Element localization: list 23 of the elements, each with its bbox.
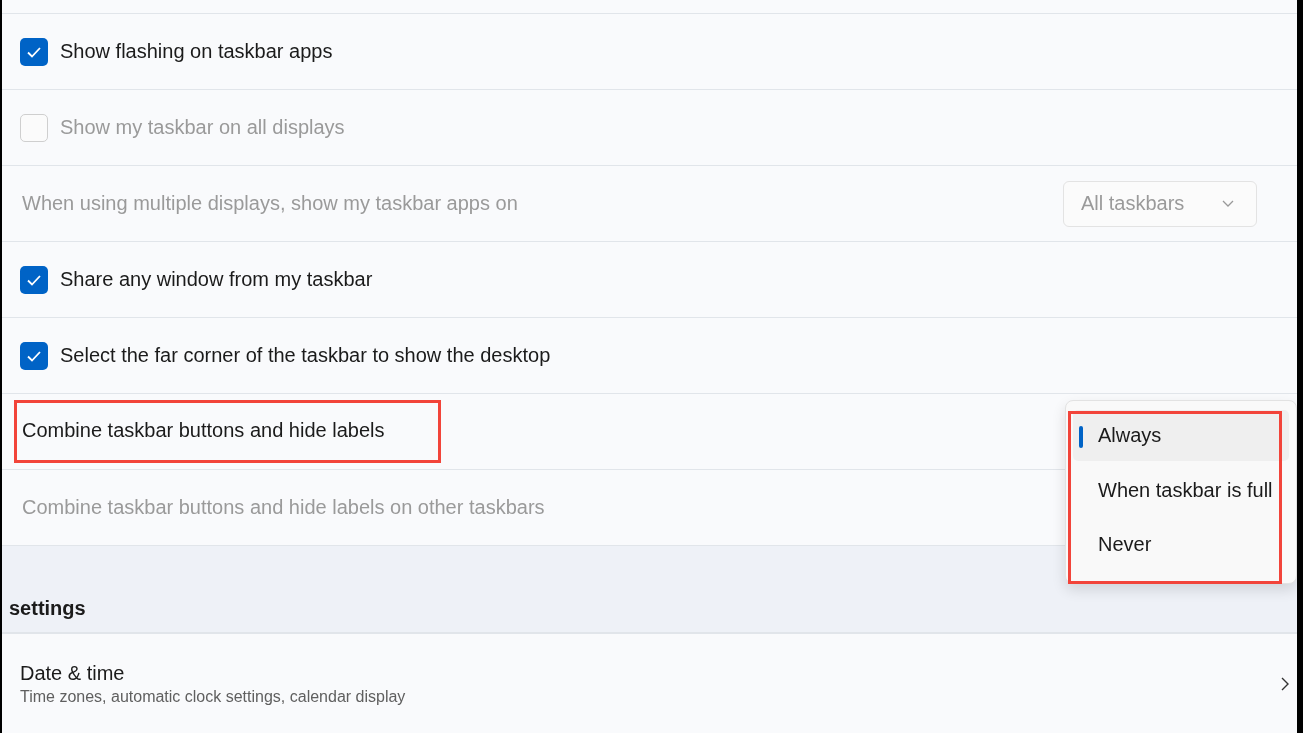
checkbox-label: Show my taskbar on all displays <box>60 116 345 139</box>
setting-label: Combine taskbar buttons and hide labels <box>22 419 385 442</box>
section-title: settings <box>9 597 86 620</box>
menu-item[interactable]: Always <box>1073 410 1289 461</box>
checkmark-icon <box>26 349 42 362</box>
checkmark-icon <box>26 273 42 286</box>
checkbox[interactable] <box>20 265 48 294</box>
checkmark-icon <box>26 45 42 58</box>
link-title: Date & time <box>20 661 126 685</box>
settings-link-row[interactable]: Date & time Time zones, automatic clock settings, calendar display <box>2 634 1297 733</box>
checkbox-label: Share any window from my taskbar <box>60 268 373 291</box>
setting-label: When using multiple displays, show my taskbar apps on <box>22 192 518 215</box>
checkbox-label: Show flashing on taskbar apps <box>60 40 333 63</box>
menu-item[interactable]: When taskbar is full <box>1073 464 1289 516</box>
checkbox[interactable] <box>20 37 48 66</box>
chevron-down-icon <box>1222 200 1234 207</box>
link-subtitle: Time zones, automatic clock settings, calendar display <box>20 687 407 706</box>
checkbox-label: Select the far corner of the taskbar to show the desktop <box>60 344 551 367</box>
menu-item[interactable]: Never <box>1073 519 1289 570</box>
checkbox[interactable] <box>20 341 48 370</box>
chevron-right-icon <box>1281 676 1289 691</box>
selection-indicator <box>1079 426 1083 448</box>
setting-label: Combine taskbar buttons and hide labels on other taskbars <box>22 496 545 519</box>
